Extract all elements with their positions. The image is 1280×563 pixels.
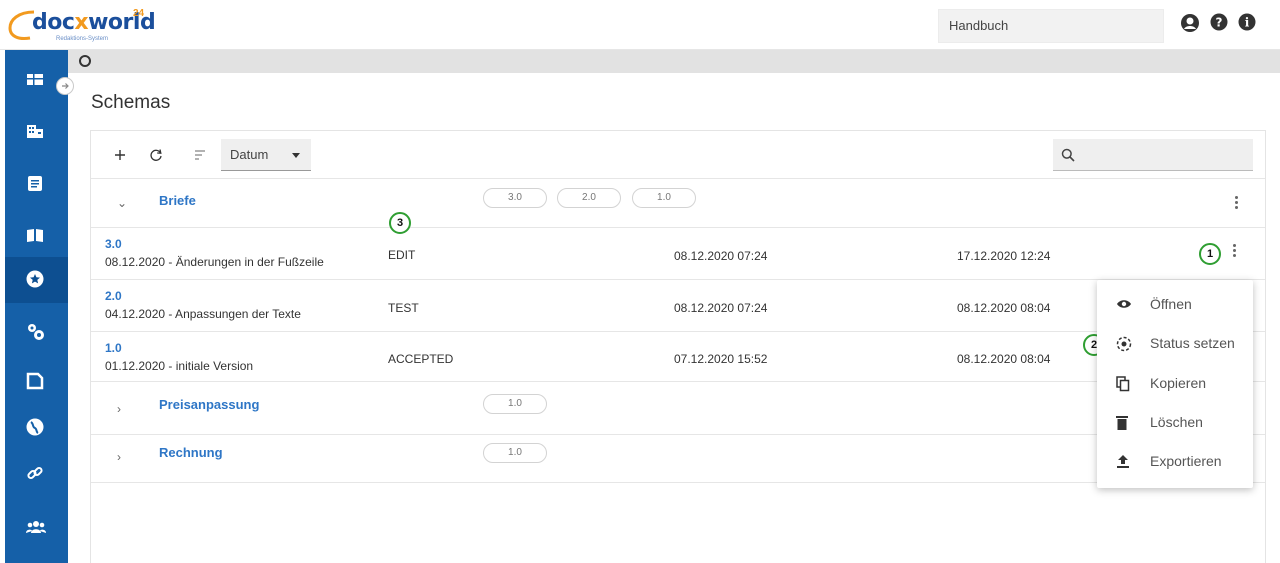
group-name[interactable]: Preisanpassung bbox=[159, 397, 259, 412]
sidebar-item-manuals[interactable] bbox=[5, 213, 68, 257]
group-row-briefe[interactable]: ⌄ Briefe 3.0 2.0 1.0 bbox=[91, 180, 1265, 228]
menu-item-label: Löschen bbox=[1150, 414, 1203, 430]
svg-text:?: ? bbox=[1216, 16, 1223, 30]
sidebar-item-files[interactable] bbox=[5, 359, 68, 403]
sidebar-item-users[interactable] bbox=[5, 505, 68, 549]
link-icon bbox=[27, 466, 43, 480]
version-description: 08.12.2020 - Änderungen in der Fußzeile bbox=[105, 255, 324, 269]
row-context-menu: Öffnen Status setzen Kopieren Löschen Ex… bbox=[1097, 280, 1253, 488]
svg-text:i: i bbox=[1245, 16, 1250, 30]
version-pill[interactable]: 1.0 bbox=[632, 188, 696, 208]
manual-search-input[interactable]: Handbuch bbox=[938, 9, 1164, 43]
export-icon bbox=[1117, 455, 1129, 468]
sort-select-value: Datum bbox=[230, 147, 269, 162]
menu-item-label: Kopieren bbox=[1150, 375, 1207, 391]
sidebar-item-languages[interactable] bbox=[5, 405, 68, 449]
dashboard-icon bbox=[27, 74, 43, 85]
tab-strip bbox=[68, 50, 1280, 73]
search-icon bbox=[1061, 148, 1075, 162]
schema-search-input[interactable] bbox=[1053, 139, 1253, 171]
version-status: EDIT bbox=[388, 248, 416, 262]
group-name[interactable]: Rechnung bbox=[159, 445, 223, 460]
caret-down-icon bbox=[292, 153, 300, 158]
globe-icon bbox=[26, 418, 44, 436]
chevron-right-icon[interactable]: › bbox=[117, 450, 121, 464]
menu-item-set-status[interactable]: Status setzen bbox=[1097, 324, 1253, 362]
created-date: 08.12.2020 07:24 bbox=[674, 301, 768, 315]
version-pill[interactable]: 1.0 bbox=[483, 443, 547, 463]
version-link[interactable]: 3.0 bbox=[105, 237, 122, 251]
group-row-rechnung[interactable]: › Rechnung 1.0 bbox=[91, 435, 1265, 483]
user-icon[interactable] bbox=[1180, 13, 1200, 33]
menu-item-label: Status setzen bbox=[1150, 335, 1235, 351]
users-icon bbox=[26, 521, 46, 533]
arrow-right-icon bbox=[62, 83, 69, 89]
version-pill[interactable]: 1.0 bbox=[483, 394, 547, 414]
callout-badge: 1 bbox=[1199, 243, 1221, 265]
version-link[interactable]: 2.0 bbox=[105, 289, 122, 303]
menu-item-export[interactable]: Exportieren bbox=[1097, 442, 1253, 480]
logo-subtitle: Redaktions-System bbox=[56, 36, 109, 42]
version-description: 01.12.2020 - initiale Version bbox=[105, 359, 254, 373]
table-row[interactable]: 2.0 04.12.2020 - Anpassungen der Texte T… bbox=[91, 280, 1265, 332]
menu-item-label: Öffnen bbox=[1150, 296, 1192, 312]
trash-icon bbox=[1116, 416, 1128, 430]
menu-item-label: Exportieren bbox=[1150, 453, 1222, 469]
toolbar: Datum bbox=[91, 131, 1265, 179]
eye-icon bbox=[1117, 300, 1131, 308]
version-pill[interactable]: 3.0 bbox=[483, 188, 547, 208]
callout-badge: 3 bbox=[389, 212, 411, 234]
chevron-right-icon[interactable]: › bbox=[117, 402, 121, 416]
table-row[interactable]: 3.0 08.12.2020 - Änderungen in der Fußze… bbox=[91, 228, 1265, 280]
info-icon[interactable]: i bbox=[1238, 13, 1256, 31]
row-menu-icon[interactable] bbox=[1233, 244, 1236, 259]
sidebar-item-links[interactable] bbox=[5, 451, 68, 495]
help-icon[interactable]: ? bbox=[1210, 13, 1228, 31]
book-icon bbox=[27, 229, 43, 242]
version-description: 04.12.2020 - Anpassungen der Texte bbox=[105, 307, 301, 321]
schema-tab-icon[interactable] bbox=[79, 55, 91, 67]
version-link[interactable]: 1.0 bbox=[105, 341, 122, 355]
settings-icon bbox=[28, 324, 44, 340]
version-pill[interactable]: 2.0 bbox=[557, 188, 621, 208]
group-name[interactable]: Briefe bbox=[159, 193, 196, 208]
group-menu-icon[interactable] bbox=[1235, 196, 1238, 211]
sidebar-item-documents[interactable] bbox=[5, 161, 68, 205]
modified-date: 08.12.2020 08:04 bbox=[957, 352, 1051, 366]
version-status: ACCEPTED bbox=[388, 352, 454, 366]
page-title: Schemas bbox=[91, 92, 171, 113]
menu-item-delete[interactable]: Löschen bbox=[1097, 403, 1253, 441]
building-icon bbox=[27, 125, 43, 138]
version-status: TEST bbox=[388, 301, 419, 315]
created-date: 08.12.2020 07:24 bbox=[674, 249, 768, 263]
chevron-down-icon[interactable]: ⌄ bbox=[117, 196, 127, 210]
app-logo[interactable]: docxworld 24 Redaktions-System bbox=[8, 6, 158, 46]
sort-select[interactable]: Datum bbox=[221, 139, 311, 171]
status-icon bbox=[1116, 336, 1132, 352]
add-icon[interactable] bbox=[113, 148, 127, 162]
sidebar-item-schemas[interactable] bbox=[5, 257, 68, 303]
file-icon bbox=[26, 372, 44, 390]
sidebar-item-settings[interactable] bbox=[5, 309, 68, 353]
sort-icon[interactable] bbox=[193, 148, 207, 162]
sidebar-item-organisation[interactable] bbox=[5, 109, 68, 153]
sidebar bbox=[5, 50, 68, 563]
refresh-icon[interactable] bbox=[149, 148, 163, 162]
document-icon bbox=[28, 176, 42, 191]
top-bar: docxworld 24 Redaktions-System Handbuch … bbox=[0, 0, 1280, 50]
schema-icon bbox=[26, 270, 44, 288]
menu-item-copy[interactable]: Kopieren bbox=[1097, 364, 1253, 402]
logo-superscript: 24 bbox=[133, 8, 145, 19]
sidebar-toggle-button[interactable] bbox=[56, 77, 74, 95]
modified-date: 17.12.2020 12:24 bbox=[957, 249, 1051, 263]
menu-item-open[interactable]: Öffnen bbox=[1097, 285, 1253, 323]
created-date: 07.12.2020 15:52 bbox=[674, 352, 768, 366]
copy-icon bbox=[1116, 376, 1130, 392]
modified-date: 08.12.2020 08:04 bbox=[957, 301, 1051, 315]
group-row-preisanpassung[interactable]: › Preisanpassung 1.0 bbox=[91, 382, 1265, 435]
